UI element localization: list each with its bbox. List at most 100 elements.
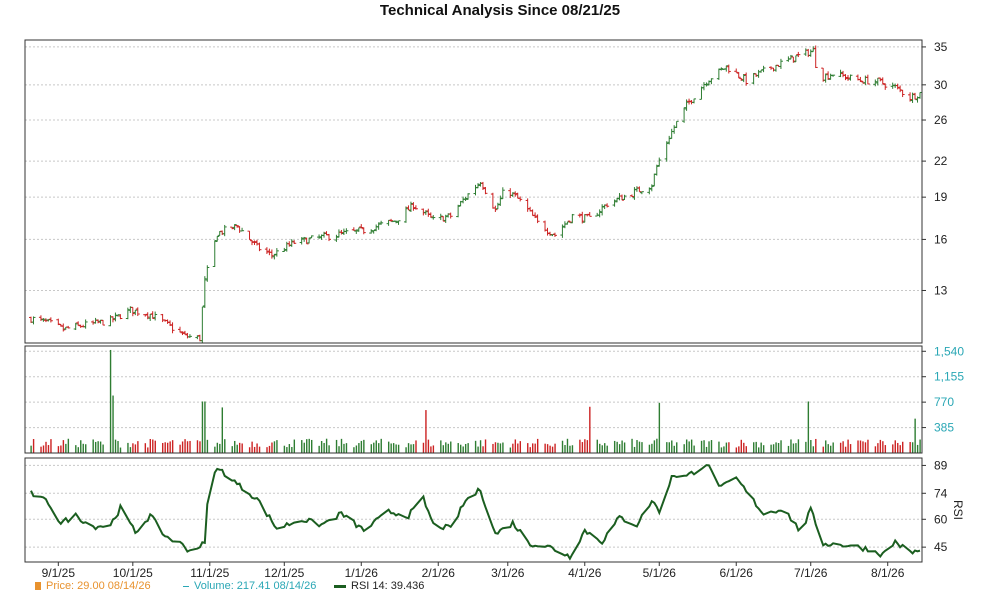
ohlc-bar [125, 307, 130, 320]
volume-bar [65, 443, 67, 453]
volume-bar [286, 447, 288, 453]
volume-bar [343, 443, 345, 453]
volume-bar [447, 443, 449, 453]
volume-bar [795, 443, 797, 453]
volume-bar [189, 440, 191, 453]
ohlc-bar [716, 68, 721, 80]
rsi-tick-label: 60 [934, 512, 948, 526]
volume-bar [549, 445, 551, 453]
ohlc-bar [634, 186, 639, 192]
volume-bar [636, 440, 638, 453]
volume-bar [911, 442, 914, 453]
ohlc-bar [796, 51, 801, 58]
volume-bar [755, 441, 757, 453]
volume-bar [407, 443, 410, 453]
ohlc-bar [736, 72, 741, 79]
volume-bar [45, 441, 47, 453]
volume-bar [641, 442, 643, 453]
volume-bar [320, 440, 323, 453]
volume-bar [499, 443, 502, 453]
volume-bar [633, 446, 636, 453]
ohlc-bar [153, 311, 158, 321]
ohlc-bar [351, 227, 356, 231]
volume-bar [874, 446, 877, 453]
volume-bar [40, 446, 42, 453]
volume-bar [705, 446, 708, 453]
volume-bar [184, 439, 186, 453]
volume-bar [214, 446, 216, 453]
volume-bar [546, 444, 549, 453]
volume-bar [512, 443, 514, 453]
x-tick-label: 8/1/26 [871, 566, 905, 580]
ohlc-bar [918, 91, 922, 99]
ohlc-bar [374, 224, 379, 232]
volume-bar [231, 446, 233, 453]
volume-bar [656, 438, 658, 453]
volume-bar [710, 440, 713, 453]
volume-bar [395, 444, 397, 453]
volume-bar [690, 439, 693, 453]
volume-bar [586, 440, 589, 453]
price-panel-frame [24, 39, 923, 344]
volume-bar [700, 440, 703, 453]
volume-bar [425, 410, 427, 453]
volume-bar [859, 440, 862, 453]
volume-bar [30, 445, 32, 453]
price-tick-label: 16 [934, 232, 948, 246]
ohlc-bar [212, 240, 217, 268]
volume-bar [440, 440, 442, 453]
ohlc-bar [426, 208, 431, 217]
ohlc-bar [751, 72, 756, 85]
volume-bar [797, 439, 800, 453]
rsi-line [30, 464, 921, 561]
volume-bar [42, 445, 45, 453]
ohlc-bar [597, 209, 602, 218]
ohlc-bar [237, 226, 242, 233]
ohlc-bar [647, 187, 652, 195]
x-tick-label: 1/1/26 [345, 566, 379, 580]
volume-bar [283, 445, 286, 453]
volume-bar [529, 447, 531, 453]
volume-bar [867, 439, 869, 453]
volume-tick-label: 1,540 [934, 344, 964, 358]
volume-bar [743, 442, 745, 453]
legend-volume: Volume: 217.41 08/14/26 [183, 580, 316, 592]
technical-analysis-chart: 13 16 19 22 26 30 35 385 770 1,155 1,540 45 60 74 89 RS… [24, 39, 965, 580]
volume-bar [360, 440, 363, 453]
volume-bar [353, 447, 355, 453]
rsi-tick-label: 89 [934, 458, 948, 472]
ohlc-bar [247, 230, 252, 241]
volume-bar [412, 444, 415, 453]
ohlc-bar [250, 239, 255, 246]
ohlc-bar [533, 212, 538, 219]
volume-bar [613, 440, 616, 453]
volume-bar [584, 439, 586, 453]
volume-bar [85, 444, 87, 453]
volume-bar [839, 442, 842, 453]
legend-rsi: RSI 14: 39.436 [334, 580, 424, 592]
axes-frame [24, 39, 926, 566]
volume-bar [708, 441, 710, 453]
volume-bar [621, 440, 623, 453]
ohlc-bar [170, 322, 175, 334]
volume-bar [638, 441, 641, 453]
ohlc-bar [217, 231, 222, 236]
volume-bar [328, 445, 330, 453]
volume-bar [117, 441, 119, 453]
volume-bar [902, 441, 904, 453]
ohlc-bar [240, 227, 245, 232]
volume-bar [812, 446, 815, 453]
ohlc-bar [456, 204, 461, 218]
volume-bar [780, 440, 782, 453]
ohlc-bar [334, 234, 339, 242]
volume-bar [445, 442, 447, 453]
volume-bar [517, 443, 519, 453]
volume-bar [720, 447, 723, 453]
volume-bar [355, 445, 358, 453]
ohlc-bar [473, 184, 478, 196]
volume-bar [753, 442, 755, 453]
volume-bar [422, 442, 425, 453]
ohlc-bar [408, 201, 413, 212]
volume-bar [390, 443, 392, 453]
ohlc-bar [759, 69, 764, 73]
